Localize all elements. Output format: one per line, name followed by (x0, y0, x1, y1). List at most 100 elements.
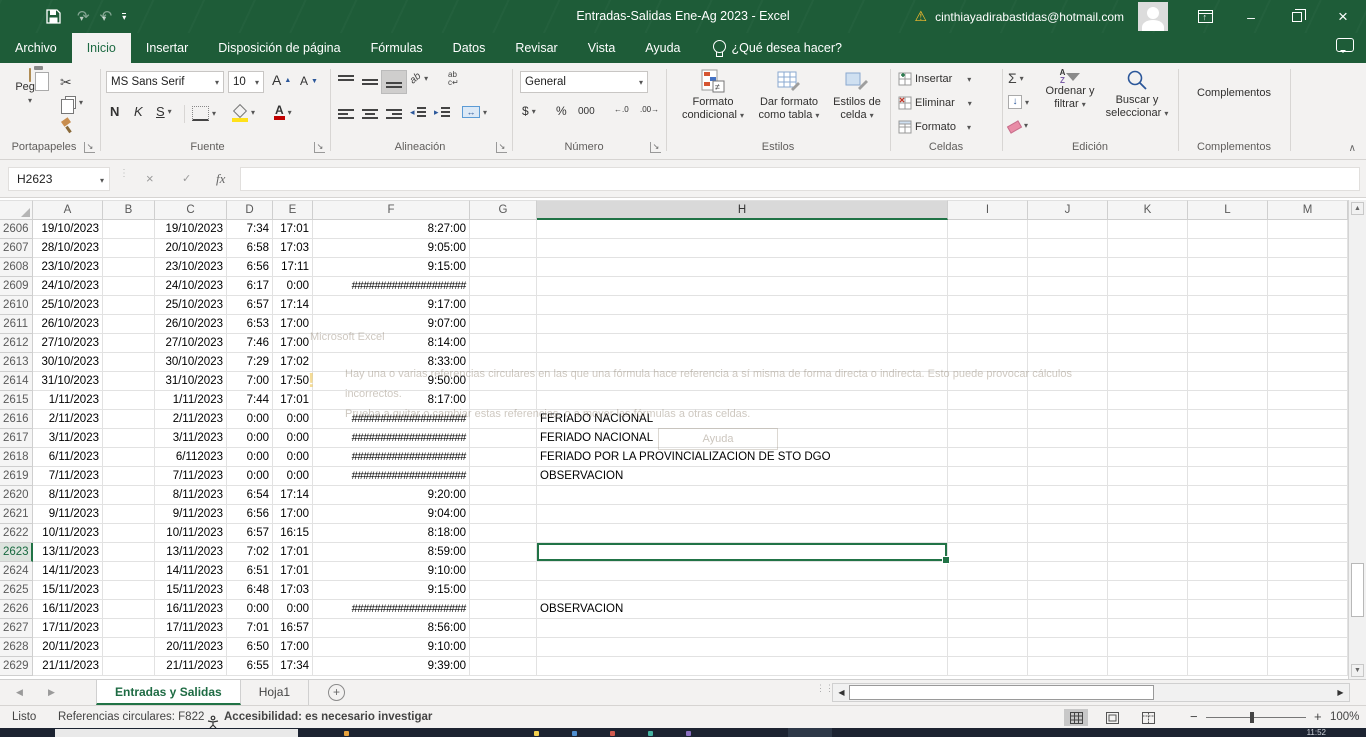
cell-L2628[interactable] (1188, 638, 1268, 657)
cell-H2608[interactable] (537, 258, 948, 277)
cell-C2615[interactable]: 1/11/2023 (155, 391, 227, 410)
row-header-2609[interactable]: 2609 (0, 277, 33, 296)
cell-G2608[interactable] (470, 258, 537, 277)
column-header-G[interactable]: G (470, 200, 537, 220)
column-header-I[interactable]: I (948, 200, 1028, 220)
cell-A2628[interactable]: 20/11/2023 (33, 638, 103, 657)
cell-B2623[interactable] (103, 543, 155, 562)
cell-K2606[interactable] (1108, 220, 1188, 239)
cell-D2629[interactable]: 6:55 (227, 657, 273, 676)
insert-function-icon[interactable]: fx (216, 167, 225, 191)
cell-G2624[interactable] (470, 562, 537, 581)
cell-D2616[interactable]: 0:00 (227, 410, 273, 429)
sort-filter-button[interactable]: AZ Ordenar yfiltrar ▾ (1038, 69, 1102, 111)
row-header-2629[interactable]: 2629 (0, 657, 33, 676)
insert-cells-button[interactable]: Insertar▾ (898, 72, 971, 86)
column-header-D[interactable]: D (227, 200, 273, 220)
cell-C2619[interactable]: 7/11/2023 (155, 467, 227, 486)
cell-A2612[interactable]: 27/10/2023 (33, 334, 103, 353)
cell-K2620[interactable] (1108, 486, 1188, 505)
cell-J2610[interactable] (1028, 296, 1108, 315)
cell-J2621[interactable] (1028, 505, 1108, 524)
align-right-button[interactable] (382, 103, 406, 125)
decrease-decimal-button[interactable]: .00→ (640, 106, 659, 114)
cell-I2606[interactable] (948, 220, 1028, 239)
cell-I2621[interactable] (948, 505, 1028, 524)
horizontal-scroll-thumb[interactable] (849, 685, 1154, 700)
cell-F2616[interactable]: #################### (313, 410, 470, 429)
cell-G2607[interactable] (470, 239, 537, 258)
cell-E2625[interactable]: 17:03 (273, 581, 313, 600)
row-header-2613[interactable]: 2613 (0, 353, 33, 372)
cell-E2622[interactable]: 16:15 (273, 524, 313, 543)
conditional-formatting-button[interactable]: ≠ Formatocondicional ▾ (676, 69, 750, 122)
increase-decimal-button[interactable]: ←.0 (614, 106, 629, 114)
cell-K2628[interactable] (1108, 638, 1188, 657)
tab-ayuda[interactable]: Ayuda (630, 33, 695, 63)
cell-H2619[interactable]: OBSERVACION (537, 467, 948, 486)
row-header-2616[interactable]: 2616 (0, 410, 33, 429)
sheet-tab-hoja1[interactable]: Hoja1 (241, 680, 309, 705)
cell-B2624[interactable] (103, 562, 155, 581)
cell-A2621[interactable]: 9/11/2023 (33, 505, 103, 524)
cell-H2626[interactable]: OBSERVACION (537, 600, 948, 619)
cell-C2618[interactable]: 6/112023 (155, 448, 227, 467)
row-header-2627[interactable]: 2627 (0, 619, 33, 638)
cell-A2609[interactable]: 24/10/2023 (33, 277, 103, 296)
select-all-corner[interactable] (0, 200, 33, 220)
addins-button[interactable]: Complementos (1192, 73, 1276, 100)
cell-B2608[interactable] (103, 258, 155, 277)
cell-G2606[interactable] (470, 220, 537, 239)
row-header-2612[interactable]: 2612 (0, 334, 33, 353)
cell-A2619[interactable]: 7/11/2023 (33, 467, 103, 486)
cell-M2612[interactable] (1268, 334, 1348, 353)
cell-M2617[interactable] (1268, 429, 1348, 448)
cell-M2607[interactable] (1268, 239, 1348, 258)
cell-M2625[interactable] (1268, 581, 1348, 600)
formula-input[interactable] (240, 167, 1360, 191)
column-header-L[interactable]: L (1188, 200, 1268, 220)
cell-B2621[interactable] (103, 505, 155, 524)
cell-I2624[interactable] (948, 562, 1028, 581)
cell-B2606[interactable] (103, 220, 155, 239)
cell-G2609[interactable] (470, 277, 537, 296)
new-sheet-button[interactable]: + (328, 684, 345, 701)
cell-D2621[interactable]: 6:56 (227, 505, 273, 524)
cell-K2617[interactable] (1108, 429, 1188, 448)
cell-B2626[interactable] (103, 600, 155, 619)
align-left-button[interactable] (334, 103, 358, 125)
cell-C2609[interactable]: 24/10/2023 (155, 277, 227, 296)
cell-K2610[interactable] (1108, 296, 1188, 315)
cell-D2619[interactable]: 0:00 (227, 467, 273, 486)
cell-B2622[interactable] (103, 524, 155, 543)
cell-M2614[interactable] (1268, 372, 1348, 391)
cell-I2610[interactable] (948, 296, 1028, 315)
cell-D2615[interactable]: 7:44 (227, 391, 273, 410)
cell-I2629[interactable] (948, 657, 1028, 676)
cell-F2614[interactable]: 9:50:00 (313, 372, 470, 391)
formula-bar-splitter[interactable]: ⋮ (119, 171, 121, 187)
cell-H2606[interactable] (537, 220, 948, 239)
cell-F2623[interactable]: 8:59:00 (313, 543, 470, 562)
cell-A2626[interactable]: 16/11/2023 (33, 600, 103, 619)
cell-E2607[interactable]: 17:03 (273, 239, 313, 258)
row-header-2618[interactable]: 2618 (0, 448, 33, 467)
cell-E2612[interactable]: 17:00 (273, 334, 313, 353)
number-dialog-launcher[interactable]: ↘ (650, 142, 661, 153)
cell-B2612[interactable] (103, 334, 155, 353)
row-header-2615[interactable]: 2615 (0, 391, 33, 410)
cell-F2621[interactable]: 9:04:00 (313, 505, 470, 524)
cell-K2629[interactable] (1108, 657, 1188, 676)
row-header-2611[interactable]: 2611 (0, 315, 33, 334)
cell-F2613[interactable]: 8:33:00 (313, 353, 470, 372)
cell-M2619[interactable] (1268, 467, 1348, 486)
row-header-2623[interactable]: 2623 (0, 543, 33, 562)
cell-G2612[interactable] (470, 334, 537, 353)
cell-B2615[interactable] (103, 391, 155, 410)
cell-E2629[interactable]: 17:34 (273, 657, 313, 676)
cell-C2627[interactable]: 17/11/2023 (155, 619, 227, 638)
scroll-up-icon[interactable]: ▲ (1351, 202, 1364, 215)
cell-D2617[interactable]: 0:00 (227, 429, 273, 448)
cell-F2607[interactable]: 9:05:00 (313, 239, 470, 258)
cell-F2611[interactable]: 9:07:00 (313, 315, 470, 334)
